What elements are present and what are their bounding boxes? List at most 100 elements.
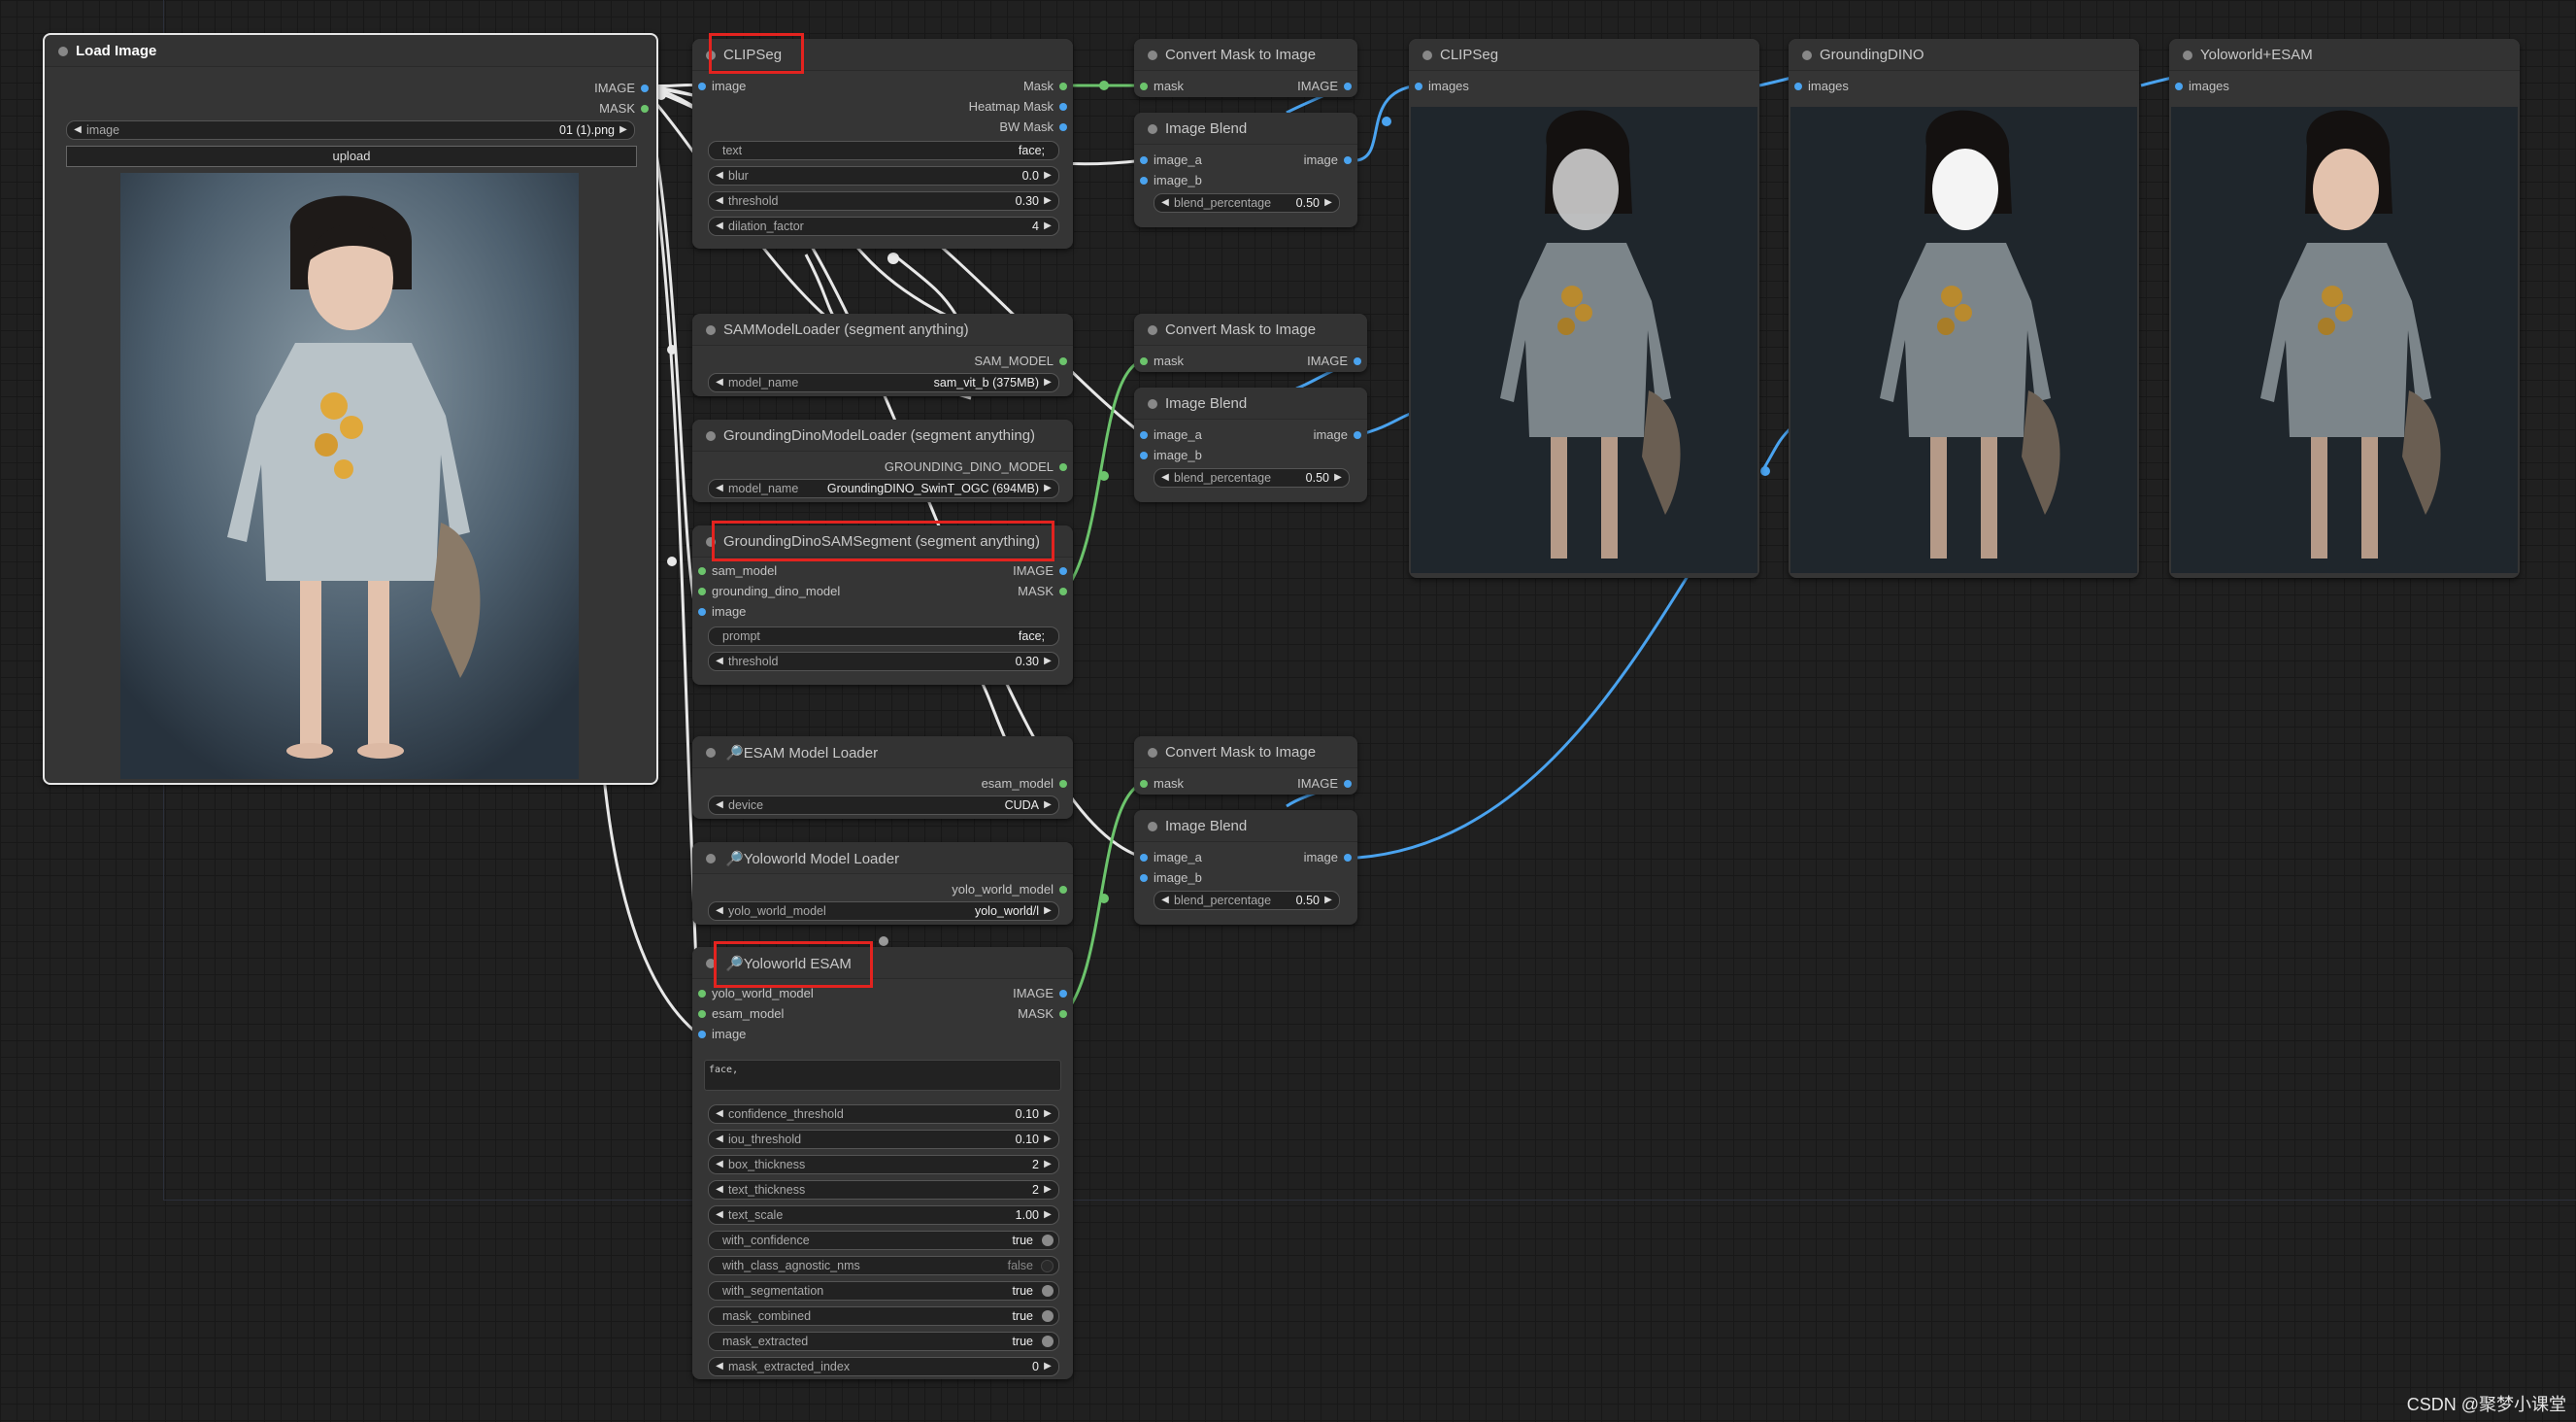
arrow-left-icon[interactable]: ◀ bbox=[713, 218, 726, 235]
upload-button[interactable]: upload bbox=[66, 146, 637, 167]
collapse-dot[interactable] bbox=[1148, 748, 1157, 758]
preview-node-yoloworld-esam[interactable]: Yoloworld+ESAM images bbox=[2169, 39, 2520, 578]
sam-model-loader-node[interactable]: SAMModelLoader (segment anything) SAM_MO… bbox=[692, 314, 1073, 396]
node-title-bar[interactable]: SAMModelLoader (segment anything) bbox=[692, 314, 1073, 346]
threshold-number[interactable]: ◀ threshold 0.30 ▶ bbox=[708, 652, 1059, 671]
output-esam-model[interactable]: esam_model bbox=[982, 775, 1068, 793]
arrow-right-icon[interactable]: ▶ bbox=[1041, 1206, 1054, 1224]
blend-percentage-number[interactable]: ◀ blend_percentage 0.50 ▶ bbox=[1154, 891, 1340, 910]
arrow-right-icon[interactable]: ▶ bbox=[1041, 1181, 1054, 1199]
arrow-left-icon[interactable]: ◀ bbox=[713, 1358, 726, 1375]
arrow-right-icon[interactable]: ▶ bbox=[1041, 480, 1054, 497]
node-title-bar[interactable]: 🔎Yoloworld Model Loader bbox=[692, 842, 1073, 874]
arrow-left-icon[interactable]: ◀ bbox=[1158, 469, 1172, 487]
output-image[interactable]: IMAGE bbox=[1013, 562, 1067, 580]
arrow-left-icon[interactable]: ◀ bbox=[713, 902, 726, 920]
node-title-bar[interactable]: Convert Mask to Image bbox=[1134, 39, 1357, 71]
input-image-a[interactable]: image_a bbox=[1140, 152, 1202, 169]
arrow-left-icon[interactable]: ◀ bbox=[1158, 892, 1172, 909]
blend-percentage-number[interactable]: ◀ blend_percentage 0.50 ▶ bbox=[1154, 193, 1340, 213]
input-mask[interactable]: mask bbox=[1140, 775, 1184, 793]
input-images[interactable]: images bbox=[1794, 78, 1849, 95]
input-image[interactable]: image bbox=[698, 1026, 746, 1043]
text-thickness-number[interactable]: ◀ text_thickness 2 ▶ bbox=[708, 1180, 1059, 1200]
text-scale-number[interactable]: ◀ text_scale 1.00 ▶ bbox=[708, 1205, 1059, 1225]
image-blend-node-3[interactable]: Image Blend image_a image_b image ◀ blen… bbox=[1134, 810, 1357, 925]
collapse-dot[interactable] bbox=[1802, 51, 1812, 60]
arrow-left-icon[interactable]: ◀ bbox=[713, 192, 726, 210]
arrow-left-icon[interactable]: ◀ bbox=[71, 121, 84, 139]
node-title-bar[interactable]: CLIPSeg bbox=[1409, 39, 1759, 71]
input-sam-model[interactable]: sam_model bbox=[698, 562, 777, 580]
arrow-left-icon[interactable]: ◀ bbox=[713, 1156, 726, 1173]
image-blend-node-1[interactable]: Image Blend image_a image_b image ◀ blen… bbox=[1134, 113, 1357, 227]
node-title-bar[interactable]: Convert Mask to Image bbox=[1134, 736, 1357, 768]
with-confidence-toggle[interactable]: with_confidence true bbox=[708, 1231, 1059, 1250]
arrow-right-icon[interactable]: ▶ bbox=[1041, 374, 1054, 391]
arrow-left-icon[interactable]: ◀ bbox=[713, 167, 726, 185]
esam-model-loader-node[interactable]: 🔎ESAM Model Loader esam_model ◀ device C… bbox=[692, 736, 1073, 819]
node-title-bar[interactable]: Image Blend bbox=[1134, 810, 1357, 842]
arrow-right-icon[interactable]: ▶ bbox=[617, 121, 630, 139]
output-image[interactable]: image bbox=[1304, 849, 1353, 866]
arrow-right-icon[interactable]: ▶ bbox=[1041, 1105, 1054, 1123]
mask-extracted-toggle[interactable]: mask_extracted true bbox=[708, 1332, 1059, 1351]
input-images[interactable]: images bbox=[1415, 78, 1469, 95]
output-mask[interactable]: Mask bbox=[1023, 78, 1068, 95]
threshold-number[interactable]: ◀ threshold 0.30 ▶ bbox=[708, 191, 1059, 211]
load-image-node[interactable]: Load Image IMAGE MASK ◀ image 01 (1).png… bbox=[43, 33, 658, 785]
grounding-dino-loader-node[interactable]: GroundingDinoModelLoader (segment anythi… bbox=[692, 420, 1073, 502]
arrow-left-icon[interactable]: ◀ bbox=[713, 1206, 726, 1224]
device-combo[interactable]: ◀ device CUDA ▶ bbox=[708, 796, 1059, 815]
output-image[interactable]: IMAGE bbox=[1297, 775, 1352, 793]
arrow-right-icon[interactable]: ▶ bbox=[1041, 796, 1054, 814]
model-name-combo[interactable]: ◀ model_name sam_vit_b (375MB) ▶ bbox=[708, 373, 1059, 392]
mask-extracted-index-number[interactable]: ◀ mask_extracted_index 0 ▶ bbox=[708, 1357, 1059, 1376]
collapse-dot[interactable] bbox=[58, 47, 68, 56]
arrow-right-icon[interactable]: ▶ bbox=[1041, 1358, 1054, 1375]
node-title-bar[interactable]: GroundingDINO bbox=[1789, 39, 2139, 71]
output-image[interactable]: IMAGE bbox=[594, 80, 649, 97]
arrow-left-icon[interactable]: ◀ bbox=[713, 374, 726, 391]
categories-textarea[interactable]: face, bbox=[704, 1060, 1061, 1091]
output-image[interactable]: image bbox=[1304, 152, 1353, 169]
convert-mask-node-2[interactable]: Convert Mask to Image mask IMAGE bbox=[1134, 314, 1367, 372]
arrow-right-icon[interactable]: ▶ bbox=[1331, 469, 1345, 487]
box-thickness-number[interactable]: ◀ box_thickness 2 ▶ bbox=[708, 1155, 1059, 1174]
input-image-a[interactable]: image_a bbox=[1140, 426, 1202, 444]
arrow-right-icon[interactable]: ▶ bbox=[1321, 892, 1335, 909]
collapse-dot[interactable] bbox=[1148, 325, 1157, 335]
output-mask[interactable]: MASK bbox=[1018, 1005, 1067, 1023]
arrow-right-icon[interactable]: ▶ bbox=[1041, 902, 1054, 920]
arrow-left-icon[interactable]: ◀ bbox=[1158, 194, 1172, 212]
convert-mask-node-1[interactable]: Convert Mask to Image mask IMAGE bbox=[1134, 39, 1357, 97]
output-image[interactable]: image bbox=[1314, 426, 1362, 444]
input-image-b[interactable]: image_b bbox=[1140, 869, 1202, 887]
confidence-threshold-number[interactable]: ◀ confidence_threshold 0.10 ▶ bbox=[708, 1104, 1059, 1124]
arrow-left-icon[interactable]: ◀ bbox=[713, 796, 726, 814]
node-title-bar[interactable]: GroundingDinoModelLoader (segment anythi… bbox=[692, 420, 1073, 452]
collapse-dot[interactable] bbox=[1422, 51, 1432, 60]
blur-number[interactable]: ◀ blur 0.0 ▶ bbox=[708, 166, 1059, 186]
input-image-b[interactable]: image_b bbox=[1140, 172, 1202, 189]
collapse-dot[interactable] bbox=[706, 854, 716, 863]
yolo-world-model-combo[interactable]: ◀ yolo_world_model yolo_world/l ▶ bbox=[708, 901, 1059, 921]
input-grounding-dino-model[interactable]: grounding_dino_model bbox=[698, 583, 840, 600]
arrow-left-icon[interactable]: ◀ bbox=[713, 1181, 726, 1199]
output-yolo-world-model[interactable]: yolo_world_model bbox=[952, 881, 1067, 898]
output-image[interactable]: IMAGE bbox=[1297, 78, 1352, 95]
output-mask[interactable]: MASK bbox=[1018, 583, 1067, 600]
collapse-dot[interactable] bbox=[1148, 51, 1157, 60]
model-name-combo[interactable]: ◀ model_name GroundingDINO_SwinT_OGC (69… bbox=[708, 479, 1059, 498]
collapse-dot[interactable] bbox=[706, 325, 716, 335]
with-segmentation-toggle[interactable]: with_segmentation true bbox=[708, 1281, 1059, 1301]
blend-percentage-number[interactable]: ◀ blend_percentage 0.50 ▶ bbox=[1154, 468, 1350, 488]
collapse-dot[interactable] bbox=[706, 748, 716, 758]
input-image-a[interactable]: image_a bbox=[1140, 849, 1202, 866]
arrow-right-icon[interactable]: ▶ bbox=[1041, 1156, 1054, 1173]
arrow-right-icon[interactable]: ▶ bbox=[1041, 167, 1054, 185]
input-image[interactable]: image bbox=[698, 78, 746, 95]
node-title-bar[interactable]: 🔎ESAM Model Loader bbox=[692, 736, 1073, 768]
yoloworld-esam-node[interactable]: 🔎Yoloworld ESAM yolo_world_model esam_mo… bbox=[692, 947, 1073, 1379]
input-image[interactable]: image bbox=[698, 603, 746, 621]
